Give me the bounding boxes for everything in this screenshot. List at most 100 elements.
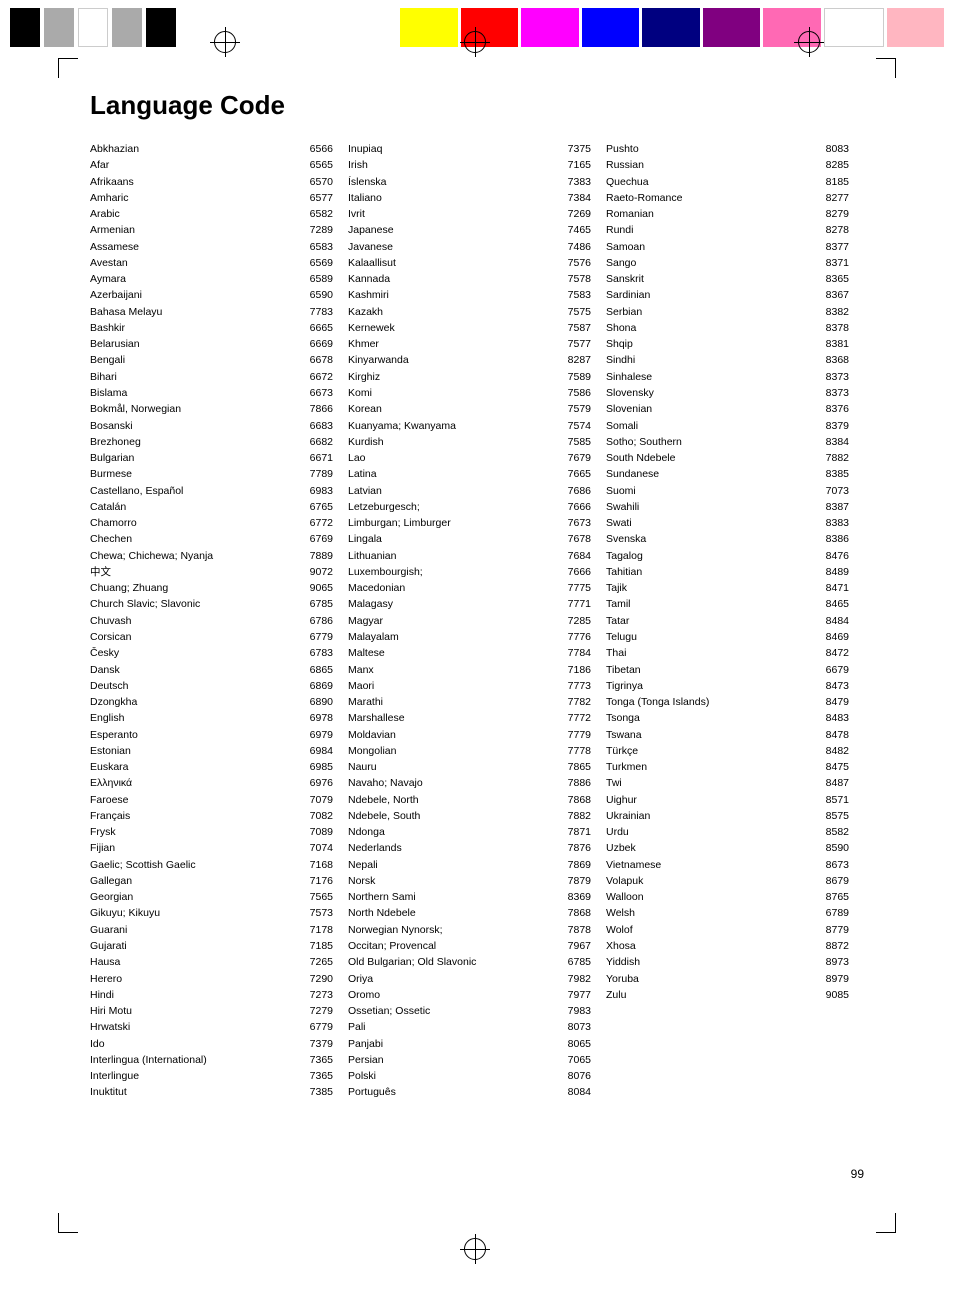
language-code: 8582 — [826, 824, 849, 840]
language-name: Herero — [90, 971, 310, 987]
language-code: 7279 — [310, 1003, 333, 1019]
list-item: Afrikaans6570 — [90, 174, 333, 190]
list-item: Wolof8779 — [606, 922, 849, 938]
language-name: Sundanese — [606, 466, 826, 482]
list-item: Chamorro6772 — [90, 515, 333, 531]
language-name: 中文 — [90, 564, 310, 580]
corner-mark-bl — [58, 1213, 78, 1233]
language-code: 7379 — [310, 1036, 333, 1052]
list-item: Interlingue7365 — [90, 1068, 333, 1084]
list-item: Aymara6589 — [90, 271, 333, 287]
language-code: 7565 — [310, 889, 333, 905]
language-name: Inuktitut — [90, 1084, 310, 1100]
list-item: Norwegian Nynorsk;7878 — [348, 922, 591, 938]
language-name: Inupiaq — [348, 141, 568, 157]
language-code: 6569 — [310, 255, 333, 271]
language-code: 7977 — [568, 987, 591, 1003]
language-name: Guarani — [90, 922, 310, 938]
language-name: Luxembourgish; — [348, 564, 568, 580]
language-name: Euskara — [90, 759, 310, 775]
language-code: 6682 — [310, 434, 333, 450]
language-name: Sotho; Southern — [606, 434, 826, 450]
language-name: Volapuk — [606, 873, 826, 889]
list-item: Moldavian7779 — [348, 727, 591, 743]
list-item: Ndebele, South7882 — [348, 808, 591, 824]
language-code: 8076 — [568, 1068, 591, 1084]
list-item: Old Bulgarian; Old Slavonic6785 — [348, 954, 591, 970]
list-item: Shona8378 — [606, 320, 849, 336]
list-item: Tswana8478 — [606, 727, 849, 743]
language-code: 8489 — [826, 564, 849, 580]
list-item: Marathi7782 — [348, 694, 591, 710]
magenta-square — [521, 8, 579, 47]
language-code: 7168 — [310, 857, 333, 873]
navy-square — [642, 8, 700, 47]
list-item: Somali8379 — [606, 418, 849, 434]
language-code: 7886 — [568, 775, 591, 791]
list-item: Maori7773 — [348, 678, 591, 694]
language-code: 6669 — [310, 336, 333, 352]
language-name: Turkmen — [606, 759, 826, 775]
list-item: Malayalam7776 — [348, 629, 591, 645]
language-code: 7577 — [568, 336, 591, 352]
list-item: Kashmiri7583 — [348, 287, 591, 303]
list-item: Tajik8471 — [606, 580, 849, 596]
language-code: 8287 — [568, 352, 591, 368]
list-item: Irish7165 — [348, 157, 591, 173]
list-item: Lao7679 — [348, 450, 591, 466]
column-2: Inupiaq7375Irish7165Íslenska7383Italiano… — [348, 141, 606, 1101]
list-item: Tahitian8489 — [606, 564, 849, 580]
language-code: 8386 — [826, 531, 849, 547]
language-code: 7866 — [310, 401, 333, 417]
language-code: 8478 — [826, 727, 849, 743]
list-item: Bislama6673 — [90, 385, 333, 401]
list-item: Panjabi8065 — [348, 1036, 591, 1052]
list-item: Gallegan7176 — [90, 873, 333, 889]
list-item: Xhosa8872 — [606, 938, 849, 954]
language-code: 7865 — [568, 759, 591, 775]
gray-square — [44, 8, 74, 47]
language-name: Kurdish — [348, 434, 568, 450]
list-item: Korean7579 — [348, 401, 591, 417]
list-item: Tonga (Tonga Islands)8479 — [606, 694, 849, 710]
list-item: Malagasy7771 — [348, 596, 591, 612]
list-item: Esperanto6979 — [90, 727, 333, 743]
language-code: 7772 — [568, 710, 591, 726]
language-code: 7666 — [568, 564, 591, 580]
list-item: Shqip8381 — [606, 336, 849, 352]
language-name: Sanskrit — [606, 271, 826, 287]
language-name: Georgian — [90, 889, 310, 905]
language-name: Tonga (Tonga Islands) — [606, 694, 826, 710]
list-item: Faroese7079 — [90, 792, 333, 808]
list-item: Inupiaq7375 — [348, 141, 591, 157]
language-name: Kuanyama; Kwanyama — [348, 418, 568, 434]
language-code: 6789 — [826, 905, 849, 921]
language-name: Français — [90, 808, 310, 824]
language-code: 7776 — [568, 629, 591, 645]
language-name: Ελληνικά — [90, 775, 310, 791]
list-item: Magyar7285 — [348, 613, 591, 629]
list-item: Tagalog8476 — [606, 548, 849, 564]
language-name: Pali — [348, 1019, 568, 1035]
list-item: Gikuyu; Kikuyu7573 — [90, 905, 333, 921]
top-bar-left — [0, 0, 390, 55]
list-item: Ossetian; Ossetic7983 — [348, 1003, 591, 1019]
list-item: Uighur8571 — [606, 792, 849, 808]
language-code: 8285 — [826, 157, 849, 173]
language-code: 6583 — [310, 239, 333, 255]
language-name: Magyar — [348, 613, 568, 629]
language-code: 8465 — [826, 596, 849, 612]
language-code: 7585 — [568, 434, 591, 450]
list-item: Polski8076 — [348, 1068, 591, 1084]
list-item: Avestan6569 — [90, 255, 333, 271]
language-name: Nederlands — [348, 840, 568, 856]
language-name: Shqip — [606, 336, 826, 352]
language-code: 8387 — [826, 499, 849, 515]
list-item: Abkhazian6566 — [90, 141, 333, 157]
language-name: Bosanski — [90, 418, 310, 434]
list-item: Macedonian7775 — [348, 580, 591, 596]
list-item: Kuanyama; Kwanyama7574 — [348, 418, 591, 434]
list-item: Sotho; Southern8384 — [606, 434, 849, 450]
language-code: 6672 — [310, 369, 333, 385]
language-name: Belarusian — [90, 336, 310, 352]
